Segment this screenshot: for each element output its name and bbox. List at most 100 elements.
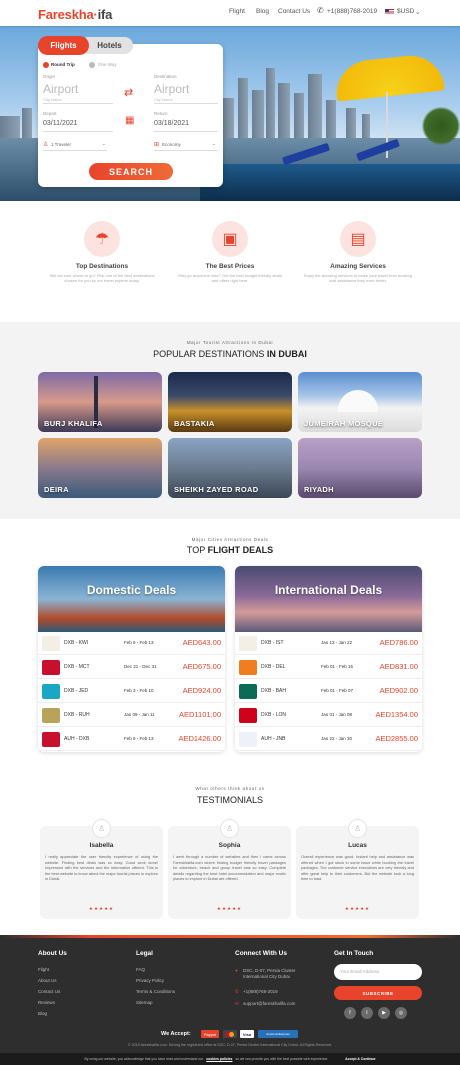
- nav-blog[interactable]: Blog: [256, 8, 269, 15]
- destination-card-jumeirah-mosque[interactable]: JUMEIRAH MOSQUE: [298, 372, 422, 432]
- travelers-select[interactable]: 1 Traveler: [51, 142, 71, 147]
- round-trip-radio[interactable]: [43, 62, 49, 68]
- twitter-icon[interactable]: t: [361, 1007, 373, 1019]
- footer-phone[interactable]: +1(888)768-2019: [243, 989, 278, 994]
- paypal-icon: Paypal: [201, 1030, 219, 1038]
- popular-title: POPULAR DESTINATIONS IN DUBAI: [0, 349, 460, 359]
- feature-amazing-services: Amazing Services Enjoy the amazing servi…: [303, 263, 413, 283]
- popular-title-a: POPULAR DESTINATIONS: [153, 349, 267, 359]
- avatar: ♙: [220, 819, 239, 838]
- deal-row[interactable]: DXB - JED Feb 3 - Feb 10 AED924.00: [38, 680, 225, 703]
- footer-link[interactable]: Reviews: [38, 1000, 55, 1005]
- deal-route: AUH - DXB: [64, 736, 90, 742]
- footer-link[interactable]: Privacy Policy: [136, 978, 164, 983]
- destination-name: SHEIKH ZAYED ROAD: [174, 485, 259, 494]
- cabin-select[interactable]: Economy: [162, 142, 181, 147]
- destination-card-bastakia[interactable]: BASTAKIA: [168, 372, 292, 432]
- search-button[interactable]: SEARCH: [89, 163, 173, 180]
- copyright: © 2019 fareskhalifa.com. Driving the reg…: [127, 1043, 333, 1047]
- deal-route: DXB - MCT: [64, 664, 90, 670]
- deal-price[interactable]: AED902.00: [380, 686, 418, 695]
- footer-email[interactable]: support@fareskhalifa.com: [243, 1001, 295, 1006]
- round-trip-label: Round Trip: [51, 62, 75, 67]
- amex-icon: AmericanExpress: [258, 1030, 298, 1038]
- testimonial-name: Isabella: [89, 842, 114, 849]
- destination-card-sheikh-zayed-road[interactable]: SHEIKH ZAYED ROAD: [168, 438, 292, 498]
- location-icon: ●: [235, 968, 238, 973]
- domestic-deals-card: Domestic Deals DXB - KWI Feb 6 - Feb 13 AE…: [38, 566, 225, 752]
- deal-price[interactable]: AED924.00: [183, 686, 221, 695]
- deal-price[interactable]: AED786.00: [380, 638, 418, 647]
- youtube-icon[interactable]: ▶: [378, 1007, 390, 1019]
- testimonial-card: ♙ Isabella I really appreciate the user …: [40, 819, 163, 919]
- destination-input[interactable]: Airport: [154, 82, 189, 96]
- depart-input[interactable]: 03/11/2021: [43, 120, 78, 127]
- airline-logo-icon: [239, 684, 257, 699]
- footer-link[interactable]: Sitemap: [136, 1000, 153, 1005]
- deal-row[interactable]: DXB - KWI Feb 6 - Feb 13 AED643.00: [38, 632, 225, 655]
- deal-row[interactable]: DXB - DEL Feb 01 - Feb 15 AED831.00: [235, 656, 422, 679]
- deal-price[interactable]: AED643.00: [183, 638, 221, 647]
- popular-kicker: Major Tourist Attractions In Dubai: [186, 340, 274, 345]
- nav-flight[interactable]: Flight: [229, 8, 245, 15]
- currency-select[interactable]: $USD: [397, 8, 414, 15]
- deal-route: DXB - JED: [64, 688, 89, 694]
- destination-card-deira[interactable]: DEIRA: [38, 438, 162, 498]
- destination-label: Destination: [154, 74, 177, 79]
- footer-link[interactable]: FAQ: [136, 967, 145, 972]
- deal-row[interactable]: DXB - BAH Feb 01 - Feb 07 AED902.00: [235, 680, 422, 703]
- international-deals-card: International Deals DXB - IST Jan 13 - Ja…: [235, 566, 422, 752]
- destination-name: DEIRA: [44, 485, 69, 494]
- one-way-radio[interactable]: [89, 62, 95, 68]
- facebook-icon[interactable]: f: [344, 1007, 356, 1019]
- footer-link[interactable]: Blog: [38, 1011, 47, 1016]
- airline-logo-icon: [239, 660, 257, 675]
- deal-price[interactable]: AED1354.00: [375, 710, 418, 719]
- deal-price[interactable]: AED2855.00: [375, 734, 418, 743]
- beach-umbrella-icon: ☂: [84, 221, 120, 257]
- deal-price[interactable]: AED831.00: [380, 662, 418, 671]
- subscribe-button[interactable]: SUBSCRIBE: [334, 986, 422, 1000]
- tab-hotels[interactable]: Hotels: [86, 37, 133, 54]
- footer-link[interactable]: Contact Us: [38, 989, 60, 994]
- header-phone[interactable]: +1(888)768-2019: [327, 8, 377, 15]
- destination-name: JUMEIRAH MOSQUE: [304, 419, 384, 428]
- tab-flights[interactable]: Flights: [38, 36, 89, 55]
- domestic-deals-title: Domestic Deals: [86, 583, 177, 597]
- newsletter-email-input[interactable]: Your Email Address: [334, 964, 422, 980]
- cookie-text-a: By using our website, you acknowledge th…: [84, 1057, 204, 1061]
- cookie-policy-link[interactable]: cookies policies: [206, 1057, 232, 1061]
- swap-icon[interactable]: ⇄: [124, 86, 133, 99]
- instagram-icon[interactable]: ◎: [395, 1007, 407, 1019]
- origin-input[interactable]: Airport: [43, 82, 78, 96]
- deal-row[interactable]: DXB - RUH Jan 09 - Jan 11 AED1101.00: [38, 704, 225, 727]
- footer-link[interactable]: About Us: [38, 978, 57, 983]
- testimonial-text: I went through a number of websites and …: [173, 854, 286, 881]
- deal-dates: Jan 22 - Jan 30: [321, 736, 353, 741]
- destination-card-burj-khalifa[interactable]: BURJ KHALIFA: [38, 372, 162, 432]
- deal-price[interactable]: AED1101.00: [179, 710, 221, 719]
- umbrella-graphic: [333, 52, 445, 102]
- site-logo[interactable]: Fareskha·ifa: [38, 7, 112, 22]
- newsletter-placeholder: Your Email Address: [340, 969, 380, 974]
- deal-row[interactable]: AUH - DXB Feb 6 - Feb 13 AED1426.00: [38, 728, 225, 751]
- return-input[interactable]: 03/18/2021: [154, 120, 189, 127]
- airline-logo-icon: [42, 636, 60, 651]
- accept-cookies-button[interactable]: Accept & Continue: [345, 1057, 375, 1061]
- deal-row[interactable]: DXB - IST Jan 13 - Jan 22 AED786.00: [235, 632, 422, 655]
- deal-route: DXB - IST: [261, 640, 284, 646]
- deal-price[interactable]: AED1426.00: [178, 734, 221, 743]
- mastercard-icon: [223, 1030, 237, 1038]
- deal-price[interactable]: AED675.00: [183, 662, 221, 671]
- deals-kicker: Major Cities Attractions Deals: [191, 537, 269, 542]
- footer-link[interactable]: Flight: [38, 967, 49, 972]
- site-header: Fareskha·ifa Flight Blog Contact Us ✆ +1…: [0, 0, 460, 26]
- nav-contact[interactable]: Contact Us: [278, 8, 310, 15]
- deal-row[interactable]: DXB - LON Jan 01 - Jan 08 AED1354.00: [235, 704, 422, 727]
- feature-title: Top Destinations: [75, 263, 129, 270]
- footer-link[interactable]: Terms & Conditions: [136, 989, 175, 994]
- destination-card-riyadh[interactable]: RIYADH: [298, 438, 422, 498]
- deal-row[interactable]: DXB - MCT Dec 21 - Dec 31 AED675.00: [38, 656, 225, 679]
- one-way-label: One Way: [98, 62, 117, 67]
- deal-row[interactable]: AUH - JNB Jan 22 - Jan 30 AED2855.00: [235, 728, 422, 751]
